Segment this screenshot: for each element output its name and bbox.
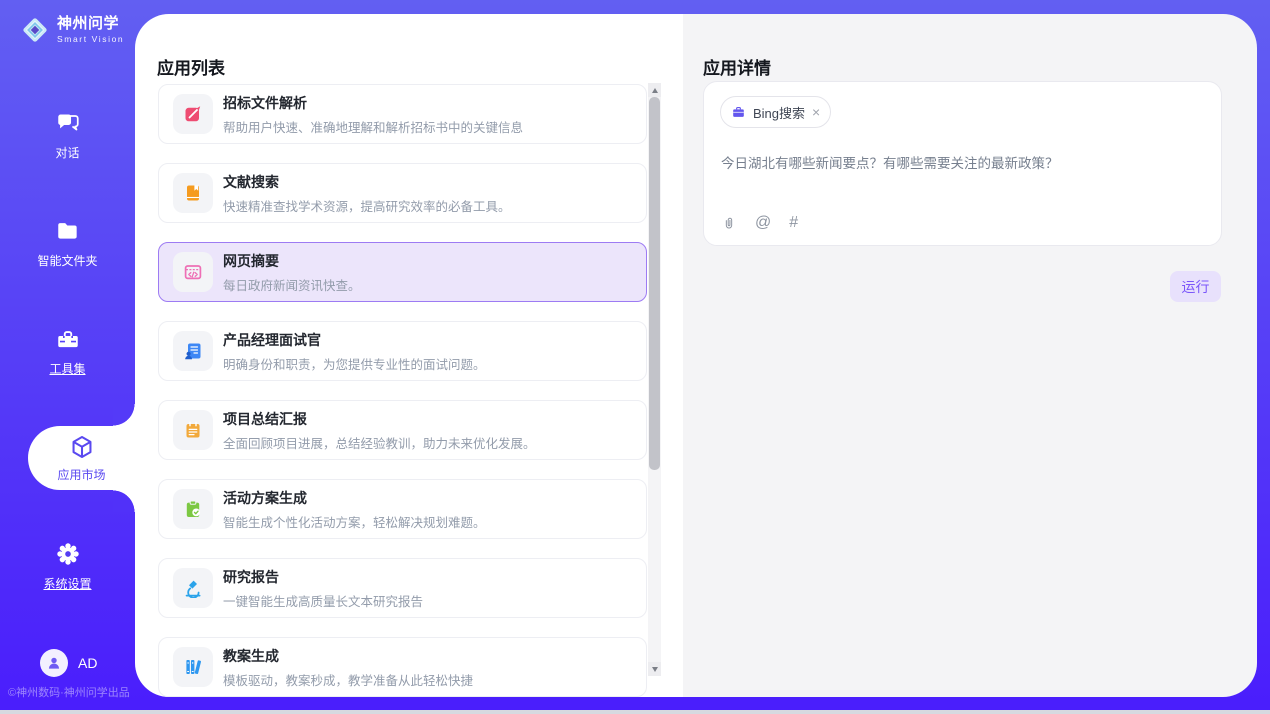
sidebar-item-settings[interactable]: 系统设置 (0, 541, 135, 592)
clipboard-check-icon (173, 489, 213, 529)
app-card-desc: 快速精准查找学术资源，提高研究效率的必备工具。 (223, 196, 511, 215)
app-details-panel: 应用详情 Bing搜索 × 今日湖北有哪些新闻要点？有哪些需要关注的最新政策？ (683, 14, 1257, 697)
app-card-desc: 智能生成个性化活动方案，轻松解决规划难题。 (223, 512, 486, 531)
app-card-desc: 模板驱动，教案秒成，教学准备从此轻松快捷 (223, 670, 473, 689)
app-details-title: 应用详情 (703, 54, 771, 79)
sidebar-item-app-market[interactable]: 应用市场 (28, 426, 135, 490)
person-icon (45, 654, 63, 672)
user-account[interactable]: AD (40, 649, 97, 677)
tool-tag-label: Bing搜索 (753, 103, 805, 122)
sidebar-item-label: 应用市场 (57, 466, 105, 483)
window-bottom-edge (0, 710, 1270, 714)
brand-subtitle: Smart Vision (57, 35, 124, 44)
app-card-research-report[interactable]: 研究报告 一键智能生成高质量长文本研究报告 (158, 558, 647, 618)
triangle-up-icon (652, 88, 658, 93)
scrollbar-thumb[interactable] (649, 97, 660, 470)
prompt-input[interactable]: 今日湖北有哪些新闻要点？有哪些需要关注的最新政策？ (721, 152, 1205, 172)
gear-icon (55, 541, 81, 567)
app-card-title: 网页摘要 (223, 251, 361, 271)
sidebar-item-smart-folders[interactable]: 智能文件夹 (0, 218, 135, 269)
hash-icon[interactable]: # (789, 214, 798, 232)
app-list-panel: 应用列表 招标文件解析 帮助用户快速、准确地理解和解析招标书中的关键信息 (135, 14, 683, 697)
app-card-title: 活动方案生成 (223, 488, 486, 508)
app-card-title: 招标文件解析 (223, 93, 523, 113)
app-card-literature-search[interactable]: 文献搜索 快速精准查找学术资源，提高研究效率的必备工具。 (158, 163, 647, 223)
books-icon (173, 647, 213, 687)
active-tab-notch-bottom (113, 490, 135, 512)
close-icon[interactable]: × (812, 105, 820, 119)
app-card-desc: 明确身份和职责，为您提供专业性的面试问题。 (223, 354, 486, 373)
brand-name: 神州问学 (57, 16, 124, 31)
scroll-up-button[interactable] (648, 83, 661, 97)
app-card-title: 产品经理面试官 (223, 330, 486, 350)
app-card-desc: 帮助用户快速、准确地理解和解析招标书中的关键信息 (223, 117, 523, 136)
sidebar-item-toolset[interactable]: 工具集 (0, 326, 135, 377)
user-initials: AD (78, 655, 97, 671)
sidebar-item-label: 系统设置 (43, 575, 91, 592)
app-card-desc: 全面回顾项目进展，总结经验教训，助力未来优化发展。 (223, 433, 536, 452)
book-icon (173, 173, 213, 213)
pen-square-icon (173, 94, 213, 134)
content-shell: 应用列表 招标文件解析 帮助用户快速、准确地理解和解析招标书中的关键信息 (135, 14, 1257, 697)
sidebar-item-label: 工具集 (49, 360, 85, 377)
app-card-web-summary[interactable]: 网页摘要 每日政府新闻资讯快查。 (158, 242, 647, 302)
sidebar: 神州问学 Smart Vision 对话 智能文件夹 工具集 (0, 0, 135, 714)
prompt-composer: Bing搜索 × 今日湖北有哪些新闻要点？有哪些需要关注的最新政策？ @ # (703, 81, 1222, 246)
run-button[interactable]: 运行 (1170, 271, 1221, 302)
app-window: { "brand": { "name": "神州问学", "subtitle":… (0, 0, 1270, 714)
app-card-title: 教案生成 (223, 646, 473, 666)
scroll-down-button[interactable] (648, 662, 661, 676)
triangle-down-icon (652, 667, 658, 672)
app-card-event-plan[interactable]: 活动方案生成 智能生成个性化活动方案，轻松解决规划难题。 (158, 479, 647, 539)
app-card-bid-parsing[interactable]: 招标文件解析 帮助用户快速、准确地理解和解析招标书中的关键信息 (158, 84, 647, 144)
attachment-toolbar: @ # (721, 214, 798, 232)
microscope-icon (173, 568, 213, 608)
briefcase-icon (731, 105, 746, 120)
toolbox-icon (55, 326, 81, 352)
app-card-desc: 一键智能生成高质量长文本研究报告 (223, 591, 423, 610)
folder-icon (55, 218, 81, 244)
app-card-lesson-plan[interactable]: 教案生成 模板驱动，教案秒成，教学准备从此轻松快捷 (158, 637, 647, 697)
app-card-desc: 每日政府新闻资讯快查。 (223, 275, 361, 294)
paperclip-icon[interactable] (721, 215, 737, 231)
mention-at-icon[interactable]: @ (755, 214, 771, 232)
interview-doc-icon (173, 331, 213, 371)
sidebar-item-label: 智能文件夹 (37, 252, 97, 269)
notepad-icon (173, 410, 213, 450)
app-card-project-summary[interactable]: 项目总结汇报 全面回顾项目进展，总结经验教训，助力未来优化发展。 (158, 400, 647, 460)
tool-tag-bing-search[interactable]: Bing搜索 × (720, 96, 831, 128)
diamond-gem-icon (20, 15, 50, 45)
app-card-title: 文献搜索 (223, 172, 511, 192)
sidebar-item-label: 对话 (55, 144, 79, 161)
copyright-footer: ©神州数码·神州问学出品 (8, 684, 130, 700)
sidebar-item-chat[interactable]: 对话 (0, 110, 135, 161)
chat-icon (55, 110, 81, 136)
app-card-list: 招标文件解析 帮助用户快速、准确地理解和解析招标书中的关键信息 文献搜索 快速精… (158, 84, 647, 697)
avatar (40, 649, 68, 677)
app-list-scrollbar[interactable] (648, 83, 661, 676)
app-list-title: 应用列表 (157, 54, 225, 79)
active-tab-notch-top (113, 404, 135, 426)
app-card-title: 研究报告 (223, 567, 423, 587)
app-card-title: 项目总结汇报 (223, 409, 536, 429)
browser-code-icon (173, 252, 213, 292)
brand-logo: 神州问学 Smart Vision (20, 15, 124, 45)
app-card-pm-interviewer[interactable]: 产品经理面试官 明确身份和职责，为您提供专业性的面试问题。 (158, 321, 647, 381)
cube-icon (69, 434, 95, 460)
